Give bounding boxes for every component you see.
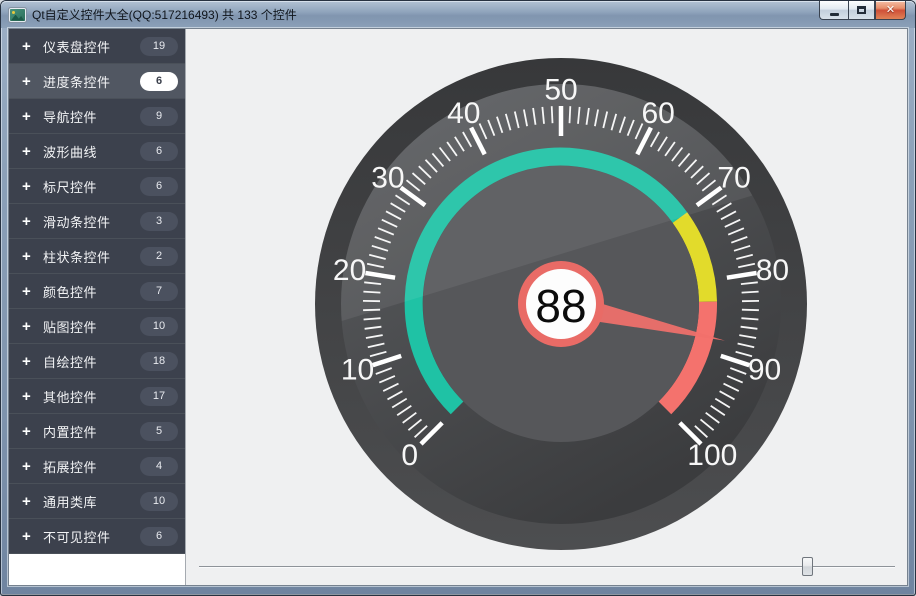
sidebar-item[interactable]: + 滑动条控件 3 xyxy=(9,204,185,239)
slider-groove[interactable] xyxy=(199,566,895,568)
expand-plus-icon: + xyxy=(22,179,43,194)
expand-plus-icon: + xyxy=(22,284,43,299)
sidebar-item-count-badge: 9 xyxy=(140,107,178,126)
maximize-button[interactable] xyxy=(848,1,875,20)
svg-text:100: 100 xyxy=(687,439,737,472)
expand-plus-icon: + xyxy=(22,389,43,404)
sidebar-item-count-badge: 4 xyxy=(140,457,178,476)
sidebar-item-label: 内置控件 xyxy=(43,422,140,441)
sidebar-item[interactable]: + 自绘控件 18 xyxy=(9,344,185,379)
expand-plus-icon: + xyxy=(22,39,43,54)
speed-gauge: 010203040506070809010088 xyxy=(311,54,811,554)
minimize-icon xyxy=(830,13,839,16)
sidebar-item-count-badge: 7 xyxy=(140,282,178,301)
sidebar-item[interactable]: + 拓展控件 4 xyxy=(9,449,185,484)
sidebar-item-count-badge: 17 xyxy=(140,387,178,406)
sidebar-item-label: 其他控件 xyxy=(43,387,140,406)
expand-plus-icon: + xyxy=(22,319,43,334)
expand-plus-icon: + xyxy=(22,109,43,124)
sidebar-item[interactable]: + 柱状条控件 2 xyxy=(9,239,185,274)
maximize-icon xyxy=(857,6,866,14)
sidebar-item-count-badge: 10 xyxy=(140,317,178,336)
expand-plus-icon: + xyxy=(22,459,43,474)
app-picture-icon xyxy=(10,9,25,21)
sidebar-item-label: 波形曲线 xyxy=(43,142,140,161)
expand-plus-icon: + xyxy=(22,249,43,264)
sidebar-item-label: 不可见控件 xyxy=(43,527,140,546)
sidebar-item[interactable]: + 仪表盘控件 19 xyxy=(9,29,185,64)
sidebar-item-count-badge: 6 xyxy=(140,527,178,546)
sidebar-item-count-badge: 6 xyxy=(140,142,178,161)
sidebar-item[interactable]: + 进度条控件 6 xyxy=(9,64,185,99)
svg-text:10: 10 xyxy=(341,354,374,387)
value-slider[interactable] xyxy=(199,557,895,576)
sidebar-item[interactable]: + 内置控件 5 xyxy=(9,414,185,449)
expand-plus-icon: + xyxy=(22,354,43,369)
sidebar-item-count-badge: 2 xyxy=(140,247,178,266)
close-button[interactable]: ✕ xyxy=(875,1,906,20)
sidebar-item-count-badge: 6 xyxy=(140,72,178,91)
sidebar-item[interactable]: + 通用类库 10 xyxy=(9,484,185,519)
sidebar-item-label: 滑动条控件 xyxy=(43,212,140,231)
sidebar-item-count-badge: 5 xyxy=(140,422,178,441)
minimize-button[interactable] xyxy=(819,1,848,20)
app-window: Qt自定义控件大全(QQ:517216493) 共 133 个控件 ✕ + 仪表… xyxy=(0,0,916,596)
sidebar-item-label: 拓展控件 xyxy=(43,457,140,476)
sidebar-item-label: 自绘控件 xyxy=(43,352,140,371)
sidebar-item-count-badge: 3 xyxy=(140,212,178,231)
sidebar-list: + 仪表盘控件 19 + 进度条控件 6 + 导航控件 9 + 波形曲线 6 +… xyxy=(9,29,185,554)
svg-text:90: 90 xyxy=(748,354,781,387)
sidebar-item-count-badge: 10 xyxy=(140,492,178,511)
expand-plus-icon: + xyxy=(22,214,43,229)
sidebar-item[interactable]: + 贴图控件 10 xyxy=(9,309,185,344)
sidebar-item-label: 颜色控件 xyxy=(43,282,140,301)
sidebar-item-label: 仪表盘控件 xyxy=(43,37,140,56)
expand-plus-icon: + xyxy=(22,424,43,439)
sidebar-item[interactable]: + 波形曲线 6 xyxy=(9,134,185,169)
expand-plus-icon: + xyxy=(22,529,43,544)
window-title: Qt自定义控件大全(QQ:517216493) 共 133 个控件 xyxy=(32,6,297,23)
window-content: + 仪表盘控件 19 + 进度条控件 6 + 导航控件 9 + 波形曲线 6 +… xyxy=(8,28,908,586)
titlebar[interactable]: Qt自定义控件大全(QQ:517216493) 共 133 个控件 ✕ xyxy=(1,1,915,28)
expand-plus-icon: + xyxy=(22,494,43,509)
sidebar-item[interactable]: + 颜色控件 7 xyxy=(9,274,185,309)
expand-plus-icon: + xyxy=(22,144,43,159)
sidebar-item-label: 导航控件 xyxy=(43,107,140,126)
sidebar-item[interactable]: + 标尺控件 6 xyxy=(9,169,185,204)
sidebar-item-label: 进度条控件 xyxy=(43,72,140,91)
sidebar-item-label: 标尺控件 xyxy=(43,177,140,196)
window-controls: ✕ xyxy=(819,1,906,20)
sidebar-item-count-badge: 19 xyxy=(140,37,178,56)
slider-handle[interactable] xyxy=(802,557,813,576)
sidebar-item-label: 通用类库 xyxy=(43,492,140,511)
expand-plus-icon: + xyxy=(22,74,43,89)
sidebar-item[interactable]: + 其他控件 17 xyxy=(9,379,185,414)
sidebar-item[interactable]: + 不可见控件 6 xyxy=(9,519,185,554)
svg-text:80: 80 xyxy=(756,254,789,287)
close-icon: ✕ xyxy=(886,5,895,16)
sidebar-item-count-badge: 18 xyxy=(140,352,178,371)
sidebar-item-count-badge: 6 xyxy=(140,177,178,196)
sidebar-item[interactable]: + 导航控件 9 xyxy=(9,99,185,134)
svg-text:0: 0 xyxy=(401,439,418,472)
sidebar: + 仪表盘控件 19 + 进度条控件 6 + 导航控件 9 + 波形曲线 6 +… xyxy=(9,29,186,585)
sidebar-item-label: 贴图控件 xyxy=(43,317,140,336)
svg-text:88: 88 xyxy=(535,280,586,332)
main-panel: 010203040506070809010088 xyxy=(187,29,907,585)
sidebar-item-label: 柱状条控件 xyxy=(43,247,140,266)
